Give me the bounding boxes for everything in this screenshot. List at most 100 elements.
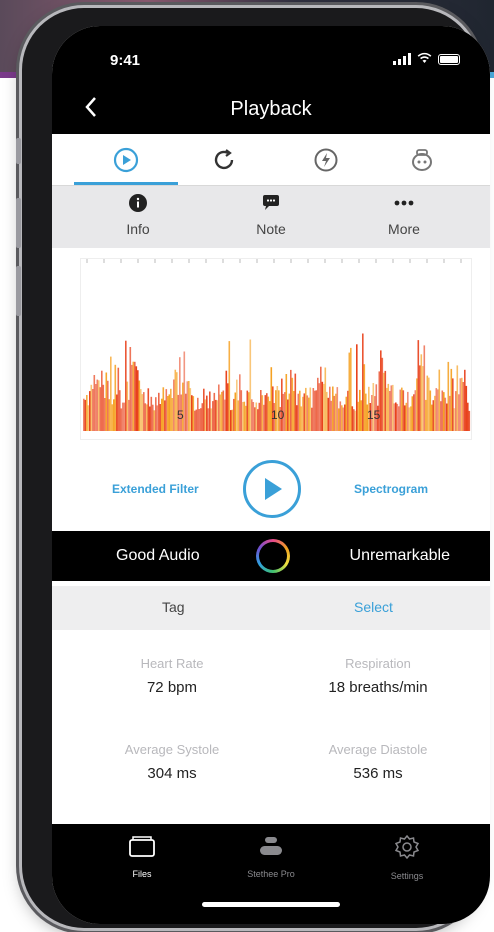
spectrogram-band <box>444 397 447 431</box>
spectrogram-band <box>176 372 178 431</box>
spectrogram-band <box>107 380 109 431</box>
spectrogram-band <box>92 389 94 431</box>
spectrogram-band <box>417 340 420 431</box>
spectrogram-band <box>386 387 388 431</box>
spectrogram-band <box>354 410 357 431</box>
spectrogram-band <box>156 405 159 431</box>
note-button[interactable]: Note <box>221 194 321 237</box>
play-icon <box>265 478 282 500</box>
spectrogram-band <box>153 410 156 431</box>
spectrogram-band <box>327 397 330 431</box>
spectrogram-button[interactable]: Spectrogram <box>354 482 428 496</box>
spectrogram-band <box>128 399 130 431</box>
spectrogram-band <box>381 357 384 431</box>
spectrogram-band <box>440 401 442 431</box>
spectrogram-band <box>338 408 340 431</box>
spectrogram-band <box>341 405 343 431</box>
spectrogram-band <box>185 393 187 431</box>
spectrogram-band <box>216 400 219 431</box>
tab-loop[interactable] <box>174 134 274 186</box>
spectrogram-band <box>210 408 213 431</box>
spectrogram-band <box>209 391 211 431</box>
spectrogram-band <box>248 392 250 431</box>
info-icon <box>129 194 147 212</box>
spectrogram-band <box>464 369 466 431</box>
spectrogram-band <box>125 340 127 431</box>
wifi-icon <box>417 52 432 66</box>
more-button[interactable]: More <box>354 194 454 237</box>
extended-filter-button[interactable]: Extended Filter <box>112 482 199 496</box>
spectrogram-band <box>356 344 358 431</box>
spectrogram-band <box>467 402 469 431</box>
spectrogram-band <box>434 395 436 431</box>
tag-select-link[interactable]: Select <box>354 599 393 615</box>
spectrogram-band <box>170 388 172 431</box>
spectrogram-band <box>450 368 453 431</box>
spectrogram-band <box>150 396 153 431</box>
spectrogram-band <box>132 361 135 431</box>
tab-play[interactable] <box>76 134 176 186</box>
playback-controls: Extended Filter Spectrogram <box>52 446 490 536</box>
spectrogram-band <box>347 390 349 431</box>
metric-value: 72 bpm <box>146 679 198 696</box>
spectrogram-band <box>222 390 225 431</box>
home-indicator <box>202 902 340 907</box>
spectrogram[interactable]: 5 10 15 <box>80 258 472 440</box>
spectrogram-band <box>398 406 400 431</box>
spectrogram-band <box>233 398 235 431</box>
spectrogram-band <box>420 354 423 431</box>
tab-stethee-pro[interactable]: Stethee Pro <box>216 834 326 879</box>
spectrogram-band <box>263 404 265 431</box>
spectrogram-band <box>441 390 444 431</box>
spectrogram-band <box>317 377 319 431</box>
spectrogram-band <box>95 384 97 431</box>
spectrogram-band <box>86 395 88 431</box>
spectrogram-band <box>234 392 237 431</box>
spectrogram-band <box>161 398 163 431</box>
spectrogram-band <box>405 402 408 431</box>
status-ring-icon <box>256 539 290 573</box>
spectrogram-band <box>93 375 96 431</box>
spectrogram-band <box>393 403 396 431</box>
spectrogram-band <box>285 374 288 431</box>
info-button[interactable]: Info <box>88 194 188 237</box>
spectrogram-band <box>119 390 121 431</box>
spectrogram-band <box>395 402 397 431</box>
spectrogram-band <box>306 395 309 431</box>
spectrogram-tick-15: 15 <box>367 408 381 422</box>
spectrogram-band <box>414 390 417 431</box>
spectrogram-band <box>447 361 450 431</box>
spectrogram-band <box>329 386 331 431</box>
spectrogram-band <box>302 396 304 431</box>
spectrogram-band <box>407 391 409 431</box>
audio-summary-bar: Good Audio Unremarkable <box>52 531 490 581</box>
spectrogram-band <box>243 401 246 431</box>
spectrogram-band <box>182 382 184 431</box>
note-label: Note <box>256 221 286 237</box>
play-button[interactable] <box>243 460 301 518</box>
spectrogram-band <box>192 396 195 431</box>
nav-bar: Playback <box>52 86 490 134</box>
spectrogram-band <box>459 378 462 431</box>
info-label: Info <box>126 221 150 237</box>
spectrogram-band <box>378 371 381 431</box>
spectrogram-band <box>108 399 111 431</box>
spectrogram-band <box>396 403 399 431</box>
tab-lightning[interactable] <box>276 134 376 186</box>
tab-stethoscope[interactable] <box>372 134 472 186</box>
signal-icon <box>393 53 411 65</box>
metric-average-diastole: Average Diastole 536 ms <box>288 742 468 782</box>
tab-settings[interactable]: Settings <box>352 834 462 881</box>
spectrogram-band <box>344 404 346 431</box>
audio-quality-label: Good Audio <box>116 547 200 564</box>
spectrogram-tick-10: 10 <box>271 408 285 422</box>
spectrogram-band <box>423 345 426 431</box>
spectrogram-band <box>426 375 429 431</box>
spectrogram-band <box>98 380 100 431</box>
spectrogram-band <box>462 382 465 431</box>
spectrogram-band <box>308 397 310 431</box>
spectrogram-band <box>383 372 385 431</box>
tab-files[interactable]: Files <box>87 834 197 879</box>
spectrogram-band <box>287 399 289 431</box>
spectrogram-band <box>174 369 177 431</box>
